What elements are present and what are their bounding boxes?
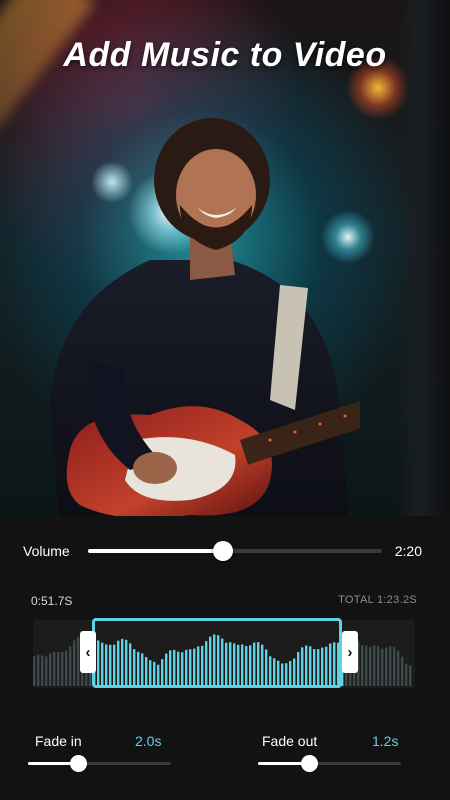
fade-out-knob[interactable]	[301, 755, 319, 772]
music-editor-panel: Volume 2:20 0:51.7S TOTAL 1:23.2S ‹ › Fa…	[0, 516, 450, 800]
waveform-bar	[373, 645, 376, 686]
waveform-bar	[393, 647, 396, 686]
guitarist-photo	[50, 118, 360, 516]
waveform-bar	[385, 647, 388, 686]
waveform-bar	[409, 665, 412, 686]
page-title: Add Music to Video	[63, 36, 387, 74]
fade-in-knob[interactable]	[70, 755, 88, 772]
volume-slider[interactable]	[88, 541, 382, 561]
waveform-bar	[397, 650, 400, 686]
waveform-bar	[45, 656, 48, 686]
volume-label: Volume	[23, 543, 70, 559]
waveform-bar	[37, 654, 40, 686]
fade-out-value: 1.2s	[372, 733, 399, 749]
waveform-bar	[389, 646, 392, 686]
trim-start-handle[interactable]: ‹	[80, 631, 96, 673]
fade-in-value: 2.0s	[135, 733, 162, 749]
trim-selection[interactable]	[92, 618, 342, 688]
waveform-bar	[401, 656, 404, 686]
video-preview[interactable]: Add Music to Video	[0, 0, 450, 516]
curtain	[398, 0, 450, 516]
fade-out-label: Fade out	[262, 733, 318, 749]
current-time: 0:51.7S	[31, 594, 73, 608]
waveform-bar	[57, 652, 60, 686]
music-duration: 2:20	[394, 543, 422, 559]
waveform-bar	[381, 648, 384, 686]
waveform-bar	[369, 647, 372, 686]
waveform-bar	[53, 651, 56, 686]
fade-in-label: Fade in	[35, 733, 82, 749]
fade-out-slider[interactable]	[258, 755, 401, 772]
total-time: TOTAL 1:23.2S	[338, 594, 417, 606]
chevron-right-icon: ›	[347, 643, 353, 661]
waveform-bar	[33, 656, 36, 686]
chevron-left-icon: ‹	[85, 643, 91, 661]
waveform-bar	[49, 653, 52, 686]
waveform-bar	[41, 655, 44, 686]
volume-slider-knob[interactable]	[213, 541, 234, 561]
waveform-bar	[61, 652, 64, 686]
fade-in-slider[interactable]	[28, 755, 171, 772]
volume-slider-fill	[88, 549, 224, 553]
waveform-bar	[361, 645, 364, 686]
waveform-bar	[365, 645, 368, 686]
waveform-bar	[69, 646, 72, 686]
waveform-bar	[65, 650, 68, 686]
waveform-bar	[377, 646, 380, 686]
waveform-bar	[405, 663, 408, 686]
trim-end-handle[interactable]: ›	[342, 631, 358, 673]
waveform-bar	[73, 640, 76, 686]
